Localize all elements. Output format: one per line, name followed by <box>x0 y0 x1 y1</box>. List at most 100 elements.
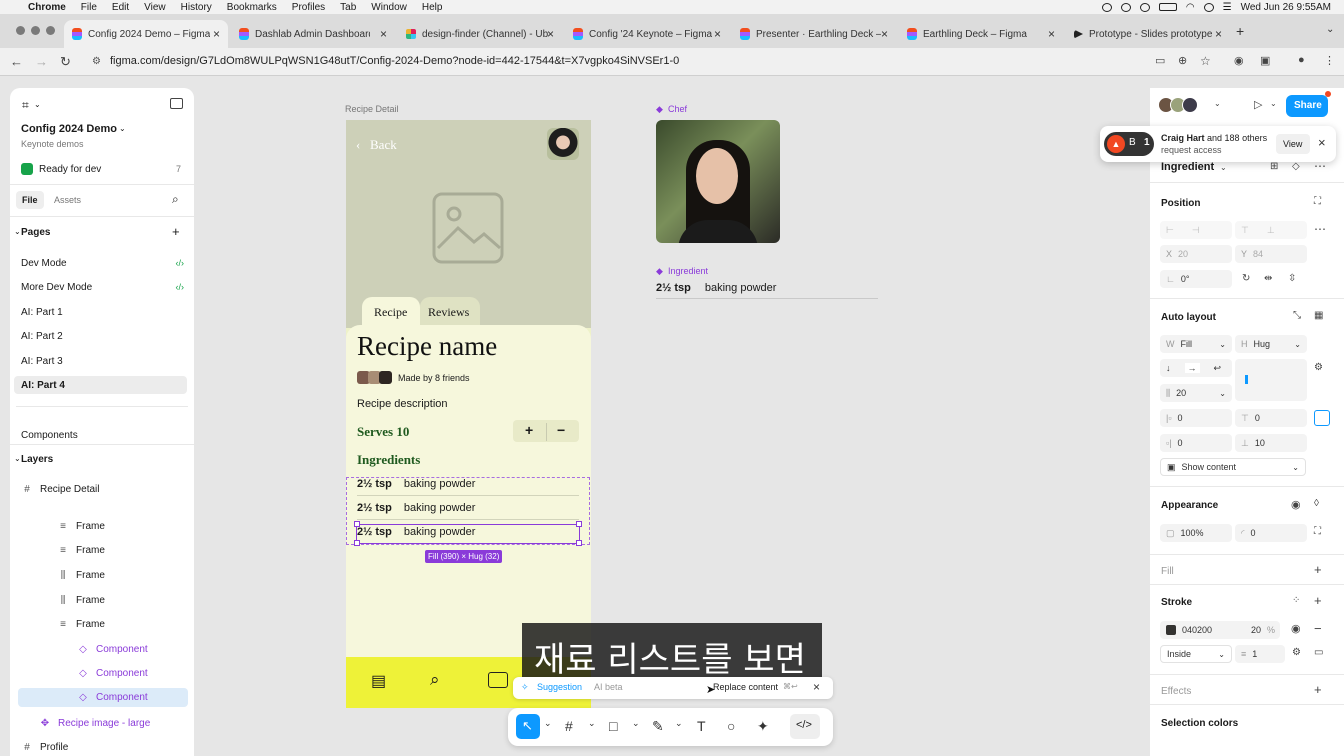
expand-corners-icon[interactable]: ⛶ <box>1314 526 1321 537</box>
layer-component[interactable]: ◇ Component <box>10 642 194 656</box>
move-tool-button[interactable]: ↖ <box>516 714 540 739</box>
add-fill-button[interactable]: + <box>1314 562 1322 577</box>
gap-field[interactable]: ⫼ 20 ⌄ <box>1160 384 1232 402</box>
zoom-icon[interactable]: ⊕ <box>1178 54 1187 67</box>
layer-frame[interactable]: ≡ Frame <box>10 617 194 631</box>
rotation-field[interactable]: ∟ 0° <box>1160 270 1232 288</box>
close-icon[interactable]: × <box>213 27 220 41</box>
add-effect-button[interactable]: + <box>1314 682 1322 697</box>
collaborator-avatars[interactable] <box>1158 97 1198 113</box>
padding-left-field[interactable]: |▫ 0 <box>1160 409 1232 427</box>
layer-component[interactable]: ◇ Component <box>10 666 194 680</box>
requesters-badge[interactable]: ▲ B 1 <box>1104 132 1154 156</box>
avatar[interactable] <box>547 128 579 160</box>
more-icon[interactable]: ⋯ <box>1314 222 1326 236</box>
remove-stroke-button[interactable]: − <box>1314 621 1322 636</box>
tab-presenter[interactable]: Presenter · Earthling Deck – F × <box>732 20 896 48</box>
tab-file[interactable]: File <box>16 191 44 209</box>
frame-label-recipe-detail[interactable]: Recipe Detail <box>345 104 399 114</box>
pen-tool-icon[interactable]: ✎ <box>652 718 664 735</box>
page-ai-part-4[interactable]: AI: Part 4 <box>14 376 187 394</box>
actions-tool-icon[interactable]: ✦ <box>757 718 769 735</box>
layers-header[interactable]: Layers <box>21 454 53 465</box>
cast-icon[interactable]: ▭ <box>1155 54 1165 67</box>
present-icon[interactable]: ▷ <box>1254 98 1262 111</box>
battery-icon[interactable] <box>1158 3 1177 11</box>
stroke-settings-icon[interactable]: ⚙ <box>1292 647 1301 658</box>
comment-tool-icon[interactable]: ○ <box>727 718 735 734</box>
eye-icon[interactable]: ◉ <box>1291 622 1301 635</box>
chevron-down-icon[interactable]: ⌄ <box>1270 99 1277 108</box>
menu-app-name[interactable]: Chrome <box>28 2 66 13</box>
ingredient-row[interactable]: 2½ tsp baking powder <box>357 478 475 490</box>
status-icon[interactable] <box>1101 2 1112 12</box>
direction-toggle[interactable]: ↓ → ↩ <box>1160 359 1232 377</box>
stroke-color-field[interactable]: 040200 20 % <box>1160 621 1280 639</box>
search-icon[interactable]: ⌕ <box>172 192 179 207</box>
window-close-button[interactable] <box>16 26 25 35</box>
tab-prototype[interactable]: Prototype - Slides prototype × <box>1066 20 1230 48</box>
page-ai-part-3[interactable]: AI: Part 3 <box>10 354 194 368</box>
search-icon[interactable] <box>1203 2 1214 12</box>
style-grid-icon[interactable]: ⁘ <box>1292 595 1300 606</box>
independent-padding-button[interactable] <box>1314 410 1330 426</box>
clip-content-dropdown[interactable]: ▣ Show content ⌄ <box>1160 458 1306 476</box>
wifi-icon[interactable]: ◠ <box>1186 2 1195 13</box>
stroke-position-dropdown[interactable]: Inside ⌄ <box>1160 645 1232 663</box>
bookmark-star-icon[interactable]: ☆ <box>1200 54 1211 68</box>
menu-tab[interactable]: Tab <box>340 2 356 13</box>
tab-dashlab[interactable]: Dashlab Admin Dashboard UI× <box>231 20 395 48</box>
layer-frame[interactable]: ≡ Frame <box>10 543 194 557</box>
tab-design-finder[interactable]: design-finder (Channel) - Ub × <box>398 20 562 48</box>
menu-bookmarks[interactable]: Bookmarks <box>227 2 277 13</box>
chevron-down-icon[interactable]: ⌄ <box>14 227 21 236</box>
close-icon[interactable]: × <box>813 680 820 694</box>
close-icon[interactable]: × <box>1048 27 1055 41</box>
chevron-down-icon[interactable]: ⌄ <box>675 718 683 729</box>
component-name[interactable]: Ingredient <box>1161 161 1214 173</box>
add-page-button[interactable]: + <box>172 224 180 239</box>
chevron-left-icon[interactable]: ‹ <box>356 137 360 153</box>
dev-mode-toggle[interactable]: </> <box>790 714 820 739</box>
padding-bottom-field[interactable]: ⊥ 10 <box>1235 434 1307 452</box>
back-arrow-icon[interactable]: ← <box>10 54 23 69</box>
close-icon[interactable]: × <box>1318 135 1326 150</box>
layout-grid-icon[interactable]: ▦ <box>1314 310 1323 321</box>
display-icon[interactable] <box>1120 2 1131 12</box>
fit-icon[interactable]: ⛶ <box>1314 196 1321 207</box>
close-icon[interactable]: × <box>881 27 888 41</box>
layout-settings-icon[interactable]: ⚙ <box>1314 362 1323 373</box>
add-stroke-button[interactable]: + <box>1314 593 1322 608</box>
resize-handle[interactable] <box>576 540 582 546</box>
chevron-down-icon[interactable]: ⌄ <box>119 124 126 133</box>
ingredient-component[interactable]: 2½ tsp baking powder <box>656 282 776 294</box>
page-ai-part-1[interactable]: AI: Part 1 <box>10 305 194 319</box>
menu-view[interactable]: View <box>144 2 166 13</box>
chevron-down-icon[interactable]: ⌄ <box>632 718 640 729</box>
close-icon[interactable]: × <box>1215 27 1222 41</box>
resize-icon[interactable]: ⤡ <box>1293 310 1301 321</box>
layer-frame[interactable]: ≡ Frame <box>10 519 194 533</box>
tab-config-keynote[interactable]: Config '24 Keynote – Figma × <box>565 20 729 48</box>
resize-handle[interactable] <box>354 540 360 546</box>
tab-earthling-deck[interactable]: Earthling Deck – Figma × <box>899 20 1063 48</box>
tab-search-icon[interactable]: ⌄ <box>1326 24 1334 35</box>
page-components[interactable]: Components <box>10 428 194 442</box>
chevron-down-icon[interactable]: ⌄ <box>588 718 596 729</box>
window-minimize-button[interactable] <box>31 26 40 35</box>
ready-for-dev[interactable]: Ready for dev 7 <box>10 160 194 178</box>
new-tab-button[interactable]: + <box>1236 23 1244 39</box>
eye-icon[interactable]: ◉ <box>1291 498 1301 511</box>
url-field[interactable]: figma.com/design/G7LdOm8WULPqWSN1G48utT/… <box>110 55 679 67</box>
recipe-title[interactable]: Recipe name <box>357 331 497 362</box>
menu-help[interactable]: Help <box>422 2 443 13</box>
ingredient-row[interactable]: 2½ tsp baking powder <box>357 502 475 514</box>
menu-edit[interactable]: Edit <box>112 2 129 13</box>
opacity-field[interactable]: ▢ 100% <box>1160 524 1232 542</box>
share-button[interactable]: Share <box>1286 95 1328 117</box>
grid-icon[interactable]: ⊞ <box>1270 161 1278 172</box>
back-link[interactable]: Back <box>370 137 397 153</box>
extension-icon[interactable]: ◉ <box>1234 54 1244 67</box>
reload-icon[interactable]: ↻ <box>60 54 71 70</box>
forward-arrow-icon[interactable]: → <box>35 54 48 69</box>
